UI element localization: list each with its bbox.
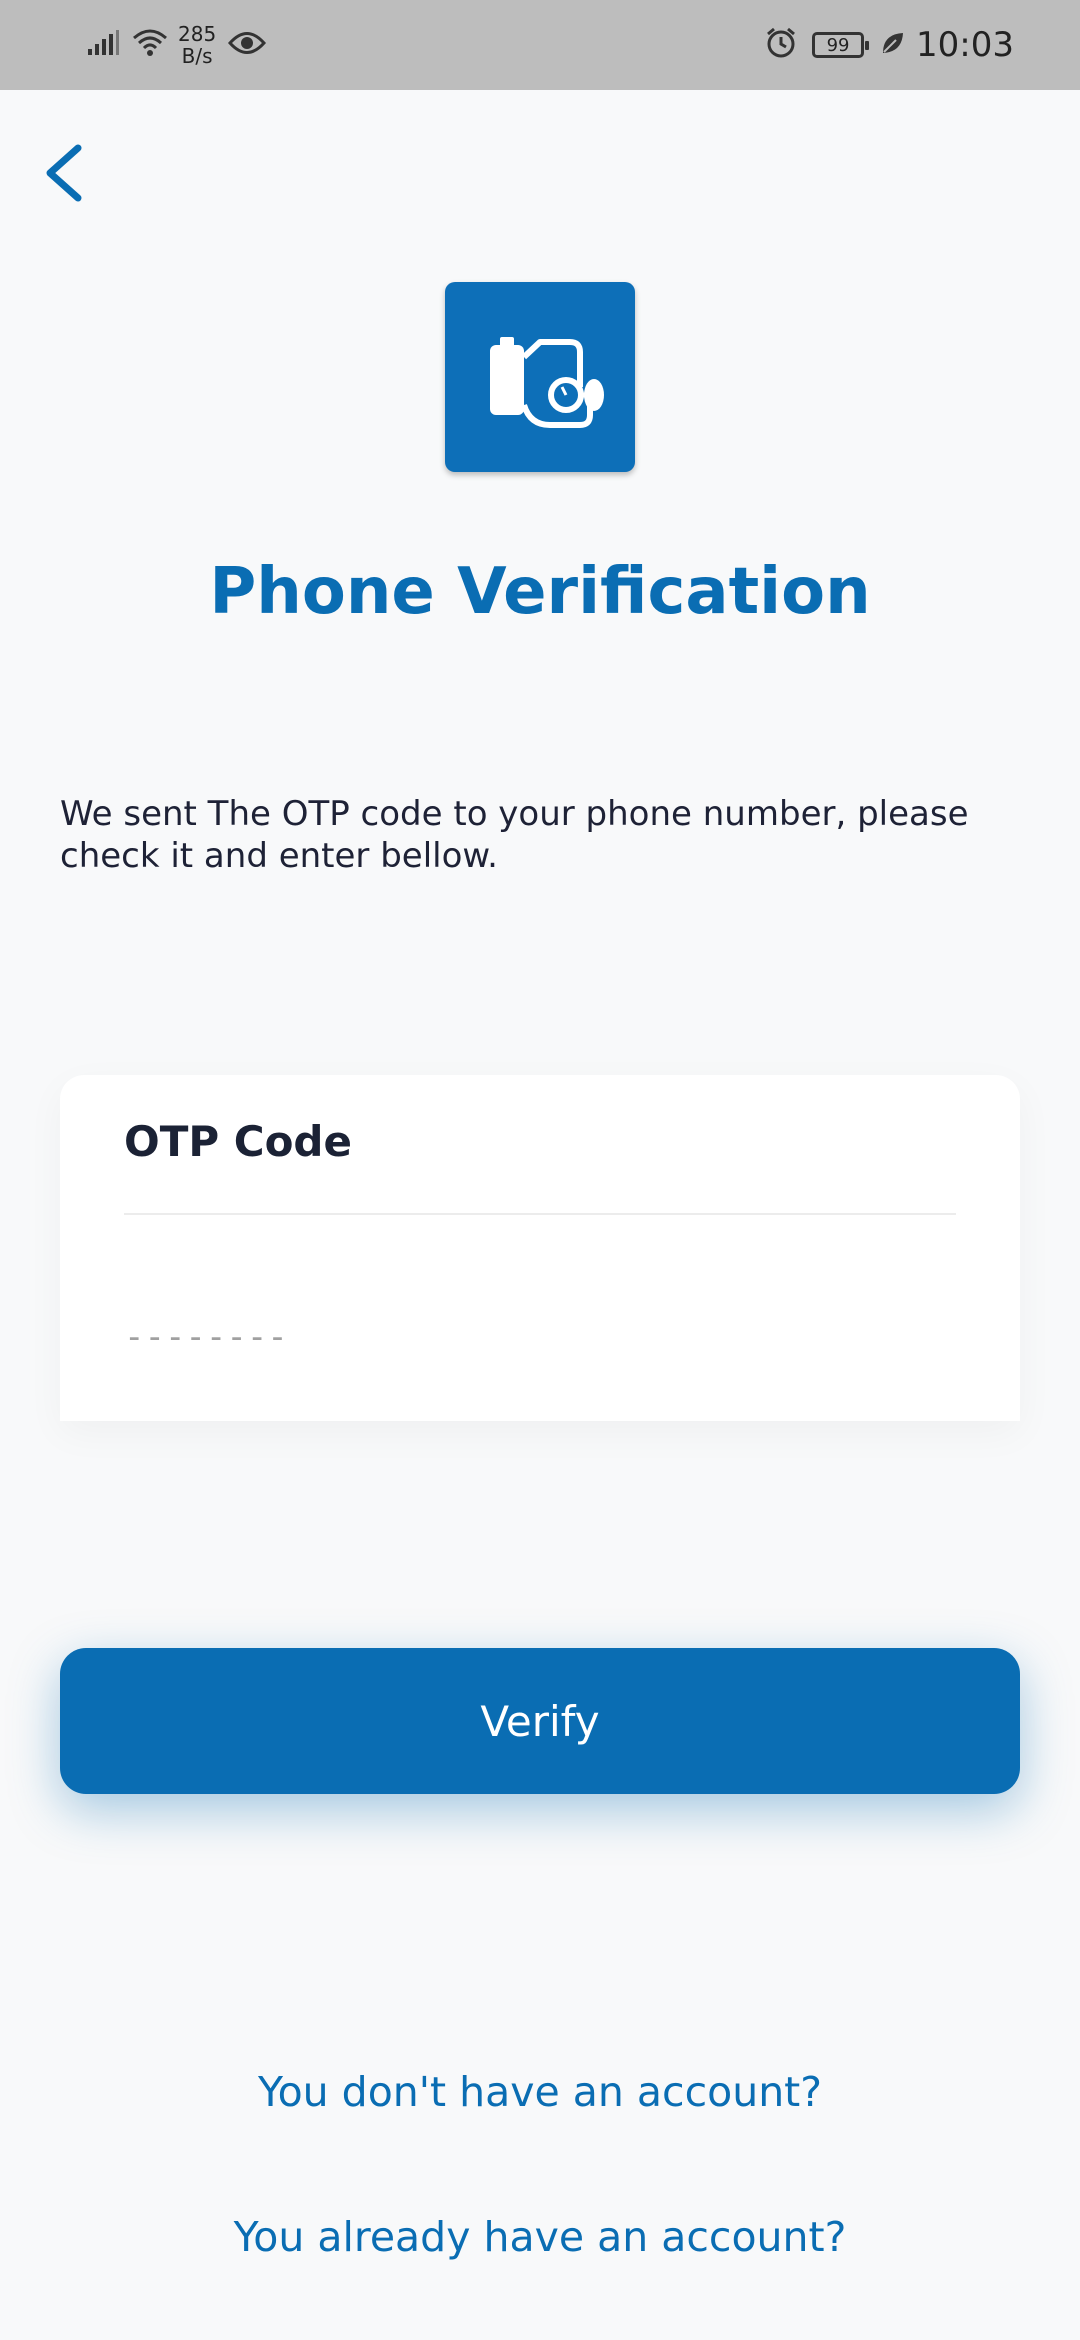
verify-button[interactable]: Verify <box>60 1648 1020 1794</box>
otp-label: OTP Code <box>124 1117 352 1166</box>
page-title: Phone Verification <box>209 555 871 629</box>
blood-pressure-monitor-icon <box>490 337 604 428</box>
status-bar: 285 B/s 99 10:03 <box>0 0 1080 90</box>
eye-icon <box>228 30 267 60</box>
alarm-icon <box>764 26 798 64</box>
no-account-link[interactable]: You don't have an account? <box>0 2068 1080 2116</box>
otp-card: OTP Code <box>60 1075 1020 1421</box>
back-button[interactable] <box>40 138 90 208</box>
phone-verification-screen: 285 B/s 99 10:03 Phone Verification We s… <box>0 0 1080 2340</box>
app-logo <box>445 282 635 472</box>
instructions-text: We sent The OTP code to your phone numbe… <box>60 794 969 876</box>
network-speed-value: 285 <box>178 22 217 46</box>
battery-indicator: 99 <box>812 32 870 58</box>
clock: 10:03 <box>916 25 1014 65</box>
signal-icon <box>86 29 120 61</box>
status-bar-right: 99 10:03 <box>764 0 1014 90</box>
back-arrow-icon <box>46 144 82 202</box>
status-bar-left: 285 B/s <box>86 0 267 90</box>
network-speed-unit: B/s <box>181 44 213 68</box>
otp-divider <box>124 1213 956 1215</box>
leaf-icon <box>880 30 906 60</box>
have-account-link[interactable]: You already have an account? <box>0 2213 1080 2261</box>
wifi-icon <box>130 28 170 62</box>
battery-level: 99 <box>826 34 850 56</box>
network-speed: 285 B/s <box>178 23 216 67</box>
otp-input[interactable] <box>124 1307 956 1367</box>
